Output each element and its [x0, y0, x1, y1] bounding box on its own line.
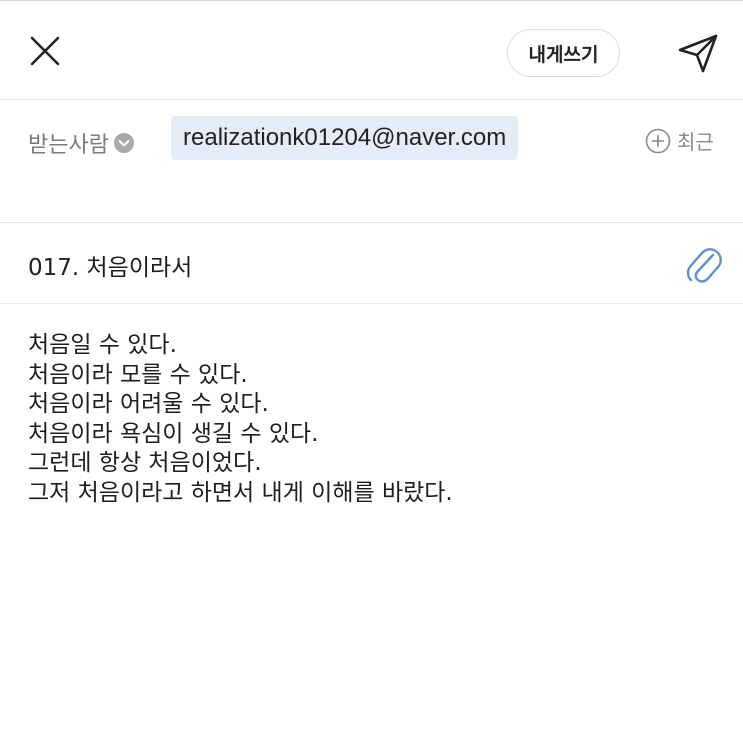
subject-row[interactable]: 017. 처음이라서 — [0, 224, 743, 304]
recent-label: 최근 — [677, 130, 714, 154]
message-body[interactable]: 처음일 수 있다. 처음이라 모를 수 있다. 처음이라 어려울 수 있다. 처… — [28, 331, 718, 508]
subject-field[interactable]: 017. 처음이라서 — [28, 248, 192, 282]
send-icon[interactable] — [676, 31, 720, 75]
chevron-down-icon[interactable] — [113, 132, 135, 154]
recent-recipients-button[interactable]: 최근 — [645, 126, 714, 155]
body-line: 그런데 항상 처음이었다. — [28, 450, 262, 476]
recipient-email-chip[interactable]: realizationk01204@naver.com — [171, 116, 519, 160]
mail-compose-screen: 내게쓰기 받는사람 realizationk01204@naver.com 최근… — [0, 0, 743, 743]
self-write-button[interactable]: 내게쓰기 — [507, 29, 620, 77]
top-bar: 내게쓰기 — [0, 1, 743, 100]
body-line: 처음이라 모를 수 있다. — [28, 361, 248, 388]
recipient-label-text: 받는사람 — [28, 133, 109, 158]
plus-circle-icon — [645, 128, 671, 153]
paperclip-icon[interactable] — [684, 243, 722, 285]
body-line: 처음일 수 있다. — [28, 332, 177, 358]
body-line: 그저 처음이라고 하면서 내게 이해를 바랐다. — [28, 479, 453, 506]
recipient-row: 받는사람 realizationk01204@naver.com 최근 — [0, 101, 743, 223]
body-line: 처음이라 어려울 수 있다. — [28, 391, 269, 417]
recipient-label[interactable]: 받는사람 — [28, 127, 135, 159]
body-line: 처음이라 욕심이 생길 수 있다. — [28, 420, 319, 447]
close-icon[interactable] — [26, 32, 64, 70]
